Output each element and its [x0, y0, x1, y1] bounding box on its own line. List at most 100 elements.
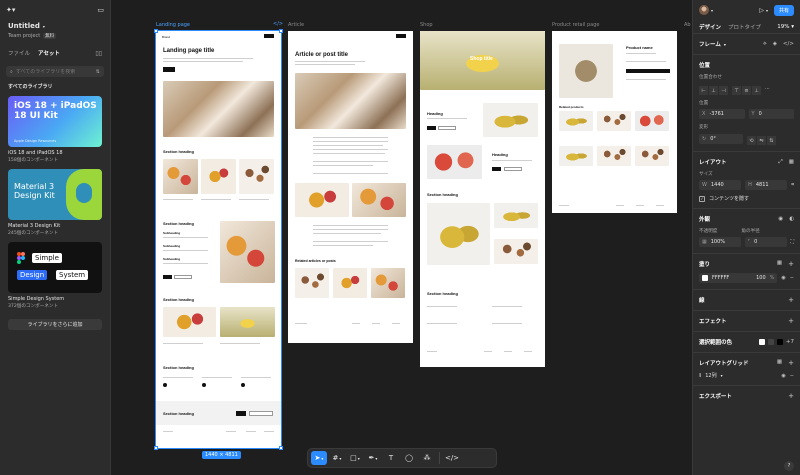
width-field[interactable]: W 1440 — [699, 180, 742, 190]
add-effect-icon[interactable]: + — [788, 317, 794, 325]
eye-icon[interactable]: ◉ — [778, 216, 783, 222]
eye-icon[interactable]: ◉ — [781, 275, 785, 281]
chevron-down-icon[interactable]: ▾ — [766, 8, 768, 13]
grid-value[interactable]: 12列 — [705, 372, 716, 379]
help-button[interactable]: ? — [784, 461, 794, 471]
align-center-h-icon[interactable]: ⊥ — [709, 86, 718, 95]
frame-type-dropdown[interactable]: フレーム — [699, 40, 721, 48]
frame-label-ab[interactable]: Ab — [684, 22, 691, 28]
fill-color-field[interactable]: FFFFFF 100 % — [699, 273, 778, 283]
align-left-icon[interactable]: ⊢ — [699, 86, 708, 95]
share-button[interactable]: 共有 — [773, 4, 794, 16]
chevron-down-icon[interactable]: ▾ — [711, 8, 713, 13]
tab-design[interactable]: デザイン — [699, 23, 721, 31]
more-options-icon[interactable]: ⋯ — [765, 86, 770, 92]
effects-section: エフェクト + — [693, 311, 800, 332]
dev-mode-icon[interactable]: </> — [444, 451, 460, 465]
text-tool-icon[interactable]: T — [383, 451, 399, 465]
frame-label-shop[interactable]: Shop — [420, 22, 433, 28]
position-title: 位置 — [699, 63, 711, 69]
resize-handle[interactable] — [154, 446, 158, 450]
y-field[interactable]: Y0 — [748, 109, 794, 119]
library-book-icon[interactable]: ▯▯ — [95, 50, 102, 57]
radius-field[interactable]: ⌜ 0 — [744, 237, 787, 247]
rotation-field[interactable]: ↻ 0° — [699, 134, 743, 144]
fill-swatch[interactable] — [702, 275, 708, 281]
tab-files[interactable]: ファイル — [8, 49, 30, 57]
frame-tool-icon[interactable]: # ▾ — [329, 451, 345, 465]
grid-columns-icon[interactable]: ⦀ — [699, 373, 701, 379]
constraints-icon[interactable]: ⌗ — [791, 182, 794, 188]
code-icon[interactable]: </> — [273, 21, 283, 27]
library-kit-material[interactable]: Material 3 Design Kit Material 3 Design … — [8, 169, 102, 236]
frame-article[interactable]: Article or post title Related articles o… — [288, 31, 413, 343]
remove-icon[interactable]: − — [790, 373, 794, 379]
resize-handle[interactable] — [154, 29, 158, 33]
resize-handle[interactable] — [279, 446, 283, 450]
figma-logo-icon[interactable]: ✦▾ — [6, 6, 16, 14]
avatar[interactable] — [699, 5, 709, 15]
add-stroke-icon[interactable]: + — [788, 296, 794, 304]
move-tool-icon[interactable]: ➤ ▾ — [311, 451, 327, 465]
frame-shop[interactable]: Shop title Heading Heading Section headi… — [420, 31, 545, 367]
x-field[interactable]: X -3761 — [699, 109, 745, 119]
actions-tool-icon[interactable]: ⁂ — [419, 451, 435, 465]
clip-content-checkbox[interactable]: ✓ — [699, 195, 705, 202]
library-search-input[interactable] — [15, 68, 86, 75]
library-kit-simple[interactable]: Simple Design System Simple Design Syste… — [8, 242, 102, 309]
remove-icon[interactable]: − — [790, 275, 794, 281]
add-more-libraries-button[interactable]: ライブラリをさらに追加 — [8, 319, 102, 330]
chevron-down-icon[interactable]: ▾ — [721, 373, 723, 378]
shape-tool-icon[interactable]: □ ▾ — [347, 451, 363, 465]
frame-product-retail[interactable]: Product name Related products — [552, 31, 677, 213]
stroke-section: 線 + — [693, 290, 800, 311]
more-colors[interactable]: +7 — [786, 339, 794, 345]
toggle-sidebar-icon[interactable]: ▭ — [97, 6, 104, 14]
ios-kit-thumb-caption: Apple Design Resources — [14, 139, 57, 143]
material-kit-thumb-title: Material 3 Design Kit — [14, 182, 55, 200]
canvas[interactable]: Landing page </> Article Shop Product re… — [111, 0, 692, 475]
filter-icon[interactable]: ⇅ — [96, 69, 100, 75]
align-right-icon[interactable]: ⊣ — [719, 86, 728, 95]
library-kit-ios[interactable]: iOS 18 + iPadOS 18 UI Kit Apple Design R… — [8, 96, 102, 163]
grid-icon[interactable]: ▦ — [777, 359, 782, 367]
project-title[interactable]: Untitled ▾ — [0, 22, 110, 30]
frame-label-product[interactable]: Product retail page — [552, 22, 599, 28]
expand-icon[interactable]: ⤢ — [778, 159, 782, 166]
rotate-icon[interactable]: ⟲ — [747, 136, 756, 145]
add-export-icon[interactable]: + — [788, 392, 794, 400]
flip-h-icon[interactable]: ⇋ — [757, 136, 766, 145]
tab-assets[interactable]: アセット — [38, 49, 60, 57]
add-fill-icon[interactable]: + — [788, 260, 794, 268]
component-icon[interactable]: ⟡ — [763, 41, 767, 48]
pen-tool-icon[interactable]: ✒ ▾ — [365, 451, 381, 465]
product-name: Product name — [626, 45, 653, 50]
align-bottom-icon[interactable]: ⊥ — [752, 86, 761, 95]
frame-label-landing[interactable]: Landing page — [156, 22, 190, 28]
align-top-icon[interactable]: ⊤ — [732, 86, 741, 95]
frame-label-article[interactable]: Article — [288, 22, 304, 28]
flip-v-icon[interactable]: ⇅ — [767, 136, 776, 145]
zoom-dropdown[interactable]: 19% ▾ — [777, 24, 794, 30]
play-icon[interactable]: ▷ — [759, 7, 764, 14]
blend-icon[interactable]: ◐ — [789, 216, 794, 222]
color-swatch[interactable] — [758, 339, 765, 345]
comment-tool-icon[interactable]: ◯ — [401, 451, 417, 465]
add-grid-icon[interactable]: + — [788, 359, 794, 367]
color-swatch[interactable] — [776, 339, 783, 345]
opacity-field[interactable]: ▦ 100% — [699, 237, 741, 247]
ios-kit-thumb-title: iOS 18 + iPadOS 18 UI Kit — [14, 101, 97, 121]
tab-prototype[interactable]: プロトタイプ — [728, 23, 761, 31]
height-field[interactable]: H 4811 — [745, 180, 788, 190]
eye-icon[interactable]: ◉ — [781, 373, 785, 379]
frame-landing-page[interactable]: Brand Landing page title Section heading… — [155, 30, 282, 449]
grid-icon[interactable]: ▦ — [789, 159, 794, 166]
resize-handle[interactable] — [279, 29, 283, 33]
align-middle-icon[interactable]: ≡ — [742, 86, 751, 95]
color-swatch[interactable] — [767, 339, 774, 345]
diamond-icon[interactable]: ◈ — [773, 41, 777, 48]
grid-icon[interactable]: ▦ — [777, 260, 782, 268]
corner-icon[interactable]: ⛶ — [791, 239, 795, 245]
position-section: 位置 位置合わせ ⊢ ⊥ ⊣ ⊤ ≡ ⊥ ⋯ 位置 X -3761 Y0 変形 … — [693, 55, 800, 152]
code-icon[interactable]: </> — [783, 41, 794, 48]
